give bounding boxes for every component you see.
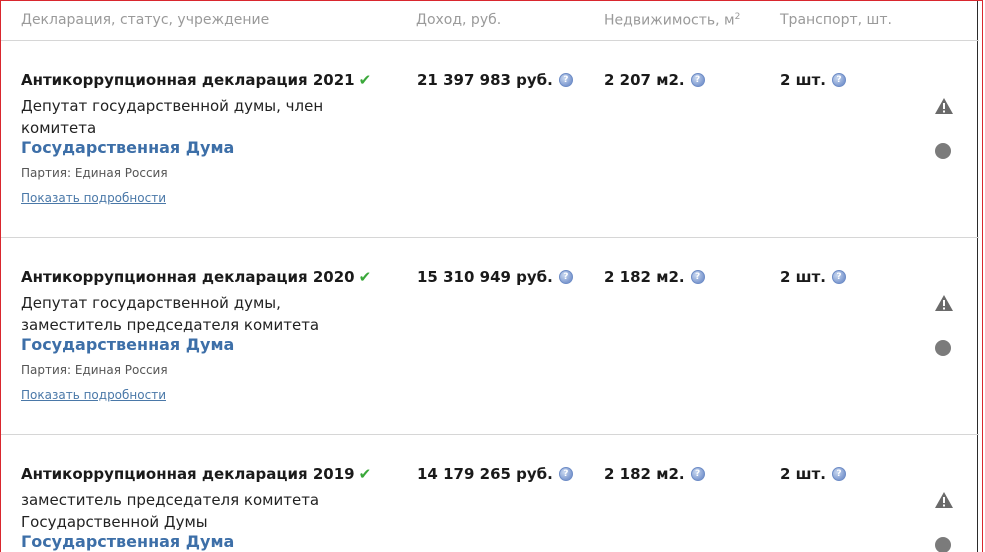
warning-triangle-icon[interactable]: [935, 98, 953, 114]
position-text: заместитель председателя комитета Госуда…: [21, 491, 320, 531]
warning-triangle-icon[interactable]: [935, 492, 953, 508]
header-declaration: Декларация, статус, учреждение: [21, 12, 270, 28]
realty-text: 2 182 м2.: [604, 465, 685, 483]
transport-value: 2 шт.?: [780, 465, 846, 483]
show-details-link[interactable]: Показать подробности: [21, 191, 166, 205]
declaration-title-text: Антикоррупционная декларация 2021: [21, 71, 355, 89]
realty-value: 2 182 м2.?: [604, 465, 705, 483]
position-text: Депутат государственной думы, член комит…: [21, 97, 324, 137]
realty-text: 2 207 м2.: [604, 71, 685, 89]
question-circle-icon[interactable]: ?: [690, 73, 705, 87]
question-circle-icon[interactable]: ?: [558, 73, 573, 87]
question-circle-icon[interactable]: ?: [831, 73, 846, 87]
question-circle-icon[interactable]: ?: [690, 270, 705, 284]
transport-text: 2 шт.: [780, 465, 826, 483]
status-dot-icon[interactable]: [935, 143, 951, 159]
transport-text: 2 шт.: [780, 71, 826, 89]
declaration-title-text: Антикоррупционная декларация 2019: [21, 465, 355, 483]
org-link[interactable]: Государственная Дума: [21, 532, 234, 551]
income-text: 21 397 983 руб.: [417, 71, 553, 89]
checkmark-icon: ✔: [358, 71, 372, 89]
table-row: Антикоррупционная декларация 2020 ✔ Депут…: [1, 238, 979, 435]
status-dot-icon[interactable]: [935, 340, 951, 356]
realty-value: 2 182 м2.?: [604, 268, 705, 286]
declaration-title-text: Антикоррупционная декларация 2020: [21, 268, 355, 286]
table-row: Антикоррупционная декларация 2021 ✔ Депут…: [1, 41, 979, 238]
question-circle-icon[interactable]: ?: [831, 467, 846, 481]
checkmark-icon: ✔: [358, 465, 372, 483]
org-link[interactable]: Государственная Дума: [21, 335, 234, 354]
party-text: Партия: Единая Россия: [21, 166, 168, 180]
question-circle-icon[interactable]: ?: [690, 467, 705, 481]
header-income: Доход, руб.: [416, 12, 502, 28]
header-transport: Транспорт, шт.: [780, 12, 892, 28]
party-text: Партия: Единая Россия: [21, 363, 168, 377]
header-realty-sup: 2: [734, 12, 741, 22]
position-text: Депутат государственной думы, заместител…: [21, 294, 320, 334]
income-text: 15 310 949 руб.: [417, 268, 553, 286]
income-value: 15 310 949 руб.?: [417, 268, 573, 286]
org-link[interactable]: Государственная Дума: [21, 138, 234, 157]
header-realty-label: Недвижимость, м: [604, 12, 735, 29]
income-text: 14 179 265 руб.: [417, 465, 553, 483]
realty-value: 2 207 м2.?: [604, 71, 705, 89]
realty-text: 2 182 м2.: [604, 268, 685, 286]
transport-value: 2 шт.?: [780, 71, 846, 89]
transport-value: 2 шт.?: [780, 268, 846, 286]
show-details-link[interactable]: Показать подробности: [21, 388, 166, 402]
table-header: Декларация, статус, учреждение Доход, ру…: [1, 1, 979, 41]
status-dot-icon[interactable]: [935, 537, 951, 552]
header-realty: Недвижимость, м2: [604, 12, 740, 29]
declaration-title: Антикоррупционная декларация 2021 ✔: [21, 71, 371, 89]
transport-text: 2 шт.: [780, 268, 826, 286]
declarations-table: Декларация, статус, учреждение Доход, ру…: [0, 0, 983, 552]
declaration-title: Антикоррупционная декларация 2020 ✔: [21, 268, 371, 286]
income-value: 14 179 265 руб.?: [417, 465, 573, 483]
income-value: 21 397 983 руб.?: [417, 71, 573, 89]
table-row: Антикоррупционная декларация 2019 ✔ замес…: [1, 435, 979, 552]
warning-triangle-icon[interactable]: [935, 295, 953, 311]
declaration-title: Антикоррупционная декларация 2019 ✔: [21, 465, 371, 483]
question-circle-icon[interactable]: ?: [558, 467, 573, 481]
question-circle-icon[interactable]: ?: [558, 270, 573, 284]
question-circle-icon[interactable]: ?: [831, 270, 846, 284]
checkmark-icon: ✔: [358, 268, 372, 286]
